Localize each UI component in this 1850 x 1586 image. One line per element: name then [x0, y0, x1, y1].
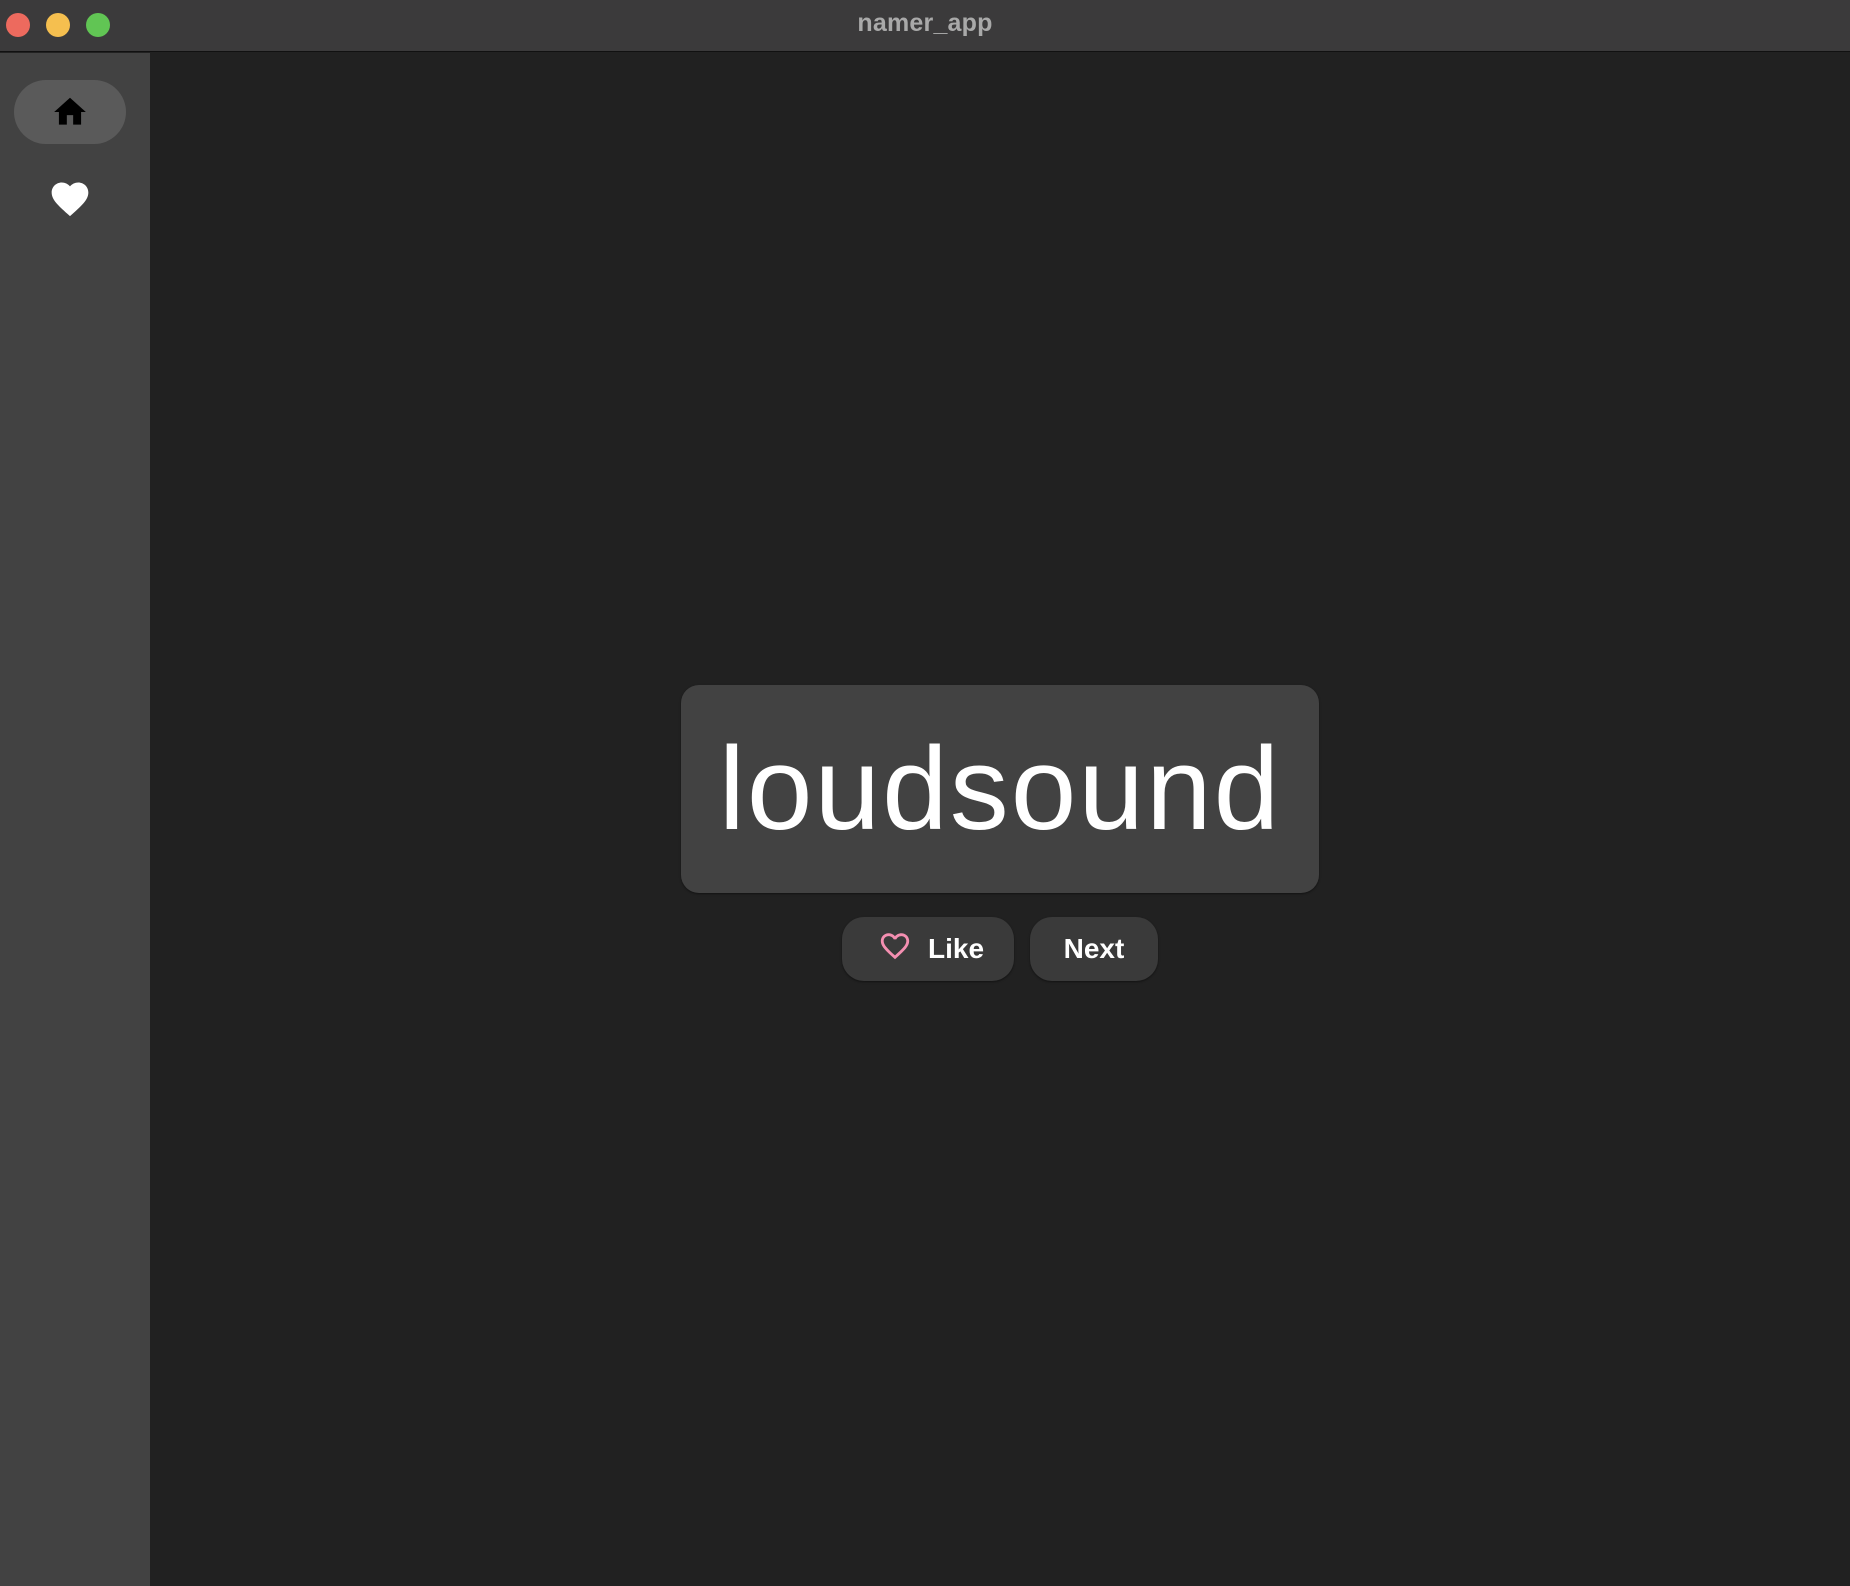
nav-item-favorites[interactable]	[14, 167, 126, 231]
generator-content: loudsound Like Next	[150, 685, 1850, 981]
next-button[interactable]: Next	[1030, 917, 1158, 981]
word-pair-text: loudsound	[718, 723, 1282, 855]
nav-item-home[interactable]	[14, 80, 126, 144]
app-window: namer_app loudsound Like Next	[0, 0, 1850, 1586]
generator-page: loudsound Like Next	[150, 53, 1850, 1586]
like-button-label: Like	[927, 933, 985, 964]
favorite-border-icon	[878, 929, 912, 970]
navigation-rail	[0, 53, 150, 1586]
window-title: namer_app	[857, 9, 993, 37]
word-pair-card: loudsound	[681, 685, 1319, 893]
like-button[interactable]: Like	[842, 917, 1014, 981]
home-icon	[50, 93, 90, 131]
favorite-icon	[48, 177, 92, 221]
action-buttons: Like Next	[842, 917, 1158, 981]
next-button-label: Next	[1063, 933, 1125, 964]
title-bar[interactable]: namer_app	[0, 0, 1850, 52]
